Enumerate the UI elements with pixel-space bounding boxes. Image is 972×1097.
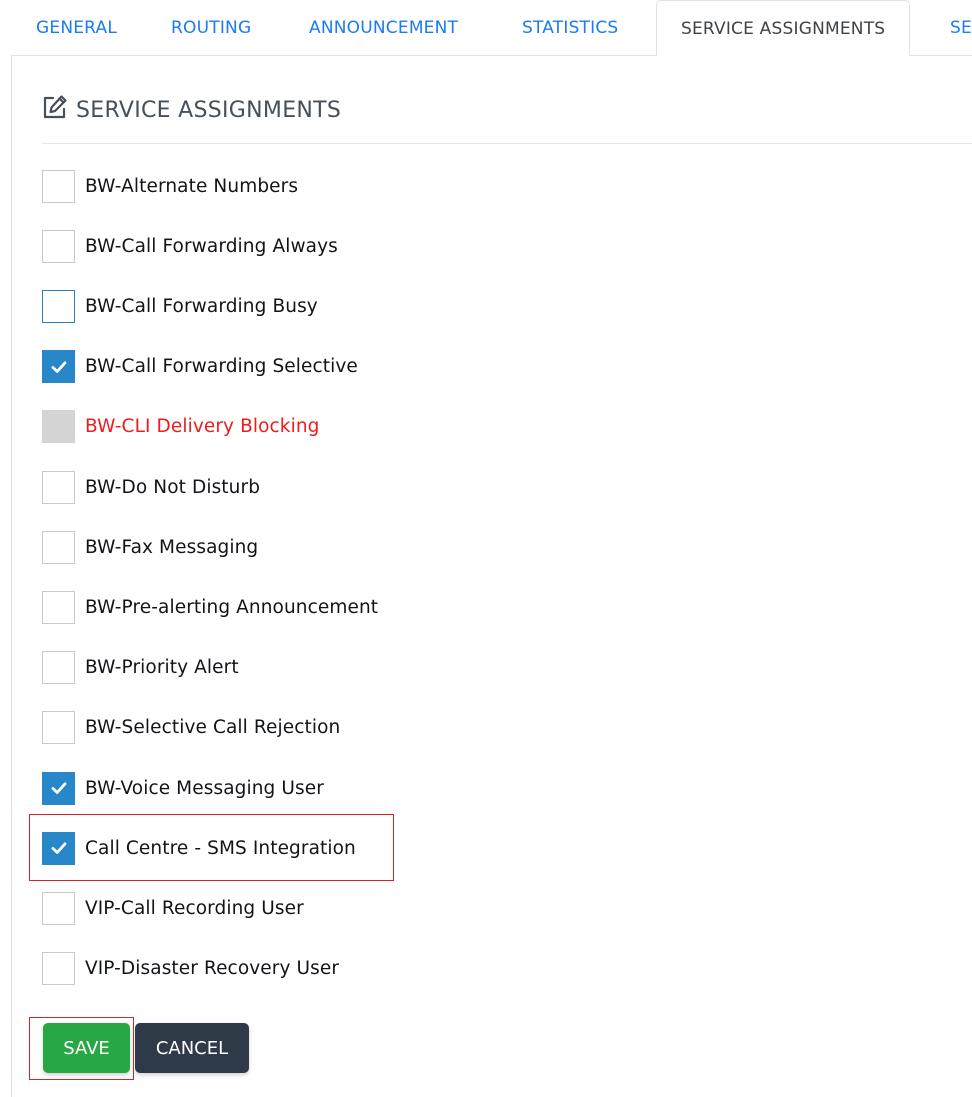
checkbox-disabled xyxy=(42,410,75,444)
save-button[interactable]: SAVE xyxy=(43,1023,130,1073)
service-label: BW-Call Forwarding Always xyxy=(85,235,338,257)
service-label: VIP-Disaster Recovery User xyxy=(85,958,340,980)
service-item[interactable]: VIP-Call Recording User xyxy=(42,891,304,925)
service-item[interactable]: VIP-Disaster Recovery User xyxy=(42,952,339,986)
section-divider xyxy=(42,143,972,144)
service-item[interactable]: BW-Priority Alert xyxy=(42,651,239,685)
checkbox-unchecked[interactable] xyxy=(42,530,75,564)
service-label: BW-Priority Alert xyxy=(85,657,239,679)
service-label: BW-CLI Delivery Blocking xyxy=(85,416,320,438)
service-label: VIP-Call Recording User xyxy=(85,897,304,919)
service-label: BW-Selective Call Rejection xyxy=(85,717,341,739)
service-assignments-panel: SERVICE ASSIGNMENTS BW-Alternate Numbers… xyxy=(11,56,972,1097)
service-label: BW-Fax Messaging xyxy=(85,536,259,558)
checkbox-unchecked[interactable] xyxy=(42,590,75,624)
service-label: BW-Pre-alerting Announcement xyxy=(85,596,379,618)
checkbox-unchecked[interactable] xyxy=(42,711,75,745)
edit-icon xyxy=(42,94,68,126)
checkbox-focused[interactable] xyxy=(42,289,75,323)
service-item[interactable]: BW-Voice Messaging User xyxy=(42,771,324,805)
cancel-button[interactable]: CANCEL xyxy=(135,1023,249,1073)
checkbox-unchecked[interactable] xyxy=(42,651,75,685)
service-label: Call Centre - SMS Integration xyxy=(85,837,356,859)
checkmark-icon xyxy=(51,842,66,855)
service-label: BW-Call Forwarding Selective xyxy=(85,356,358,378)
service-label: BW-Do Not Disturb xyxy=(85,476,261,498)
service-item[interactable]: BW-Do Not Disturb xyxy=(42,470,260,504)
tab-routing[interactable]: ROUTING xyxy=(171,0,251,56)
service-item[interactable]: BW-Call Forwarding Busy xyxy=(42,289,318,323)
checkbox-unchecked[interactable] xyxy=(42,169,75,203)
checkbox-unchecked[interactable] xyxy=(42,952,75,986)
checkbox-unchecked[interactable] xyxy=(42,891,75,925)
checkmark-icon xyxy=(51,360,66,373)
checkmark-icon xyxy=(51,782,66,794)
service-label: BW-Voice Messaging User xyxy=(85,777,324,799)
tab-more-truncated[interactable]: SE xyxy=(950,0,972,56)
service-label: BW-Alternate Numbers xyxy=(85,175,299,197)
section-title: SERVICE ASSIGNMENTS xyxy=(76,97,342,123)
checkbox-unchecked[interactable] xyxy=(42,470,75,504)
service-item[interactable]: BW-Call Forwarding Selective xyxy=(42,350,358,384)
checkbox-checked[interactable] xyxy=(42,831,75,865)
tab-service-assignments[interactable]: SERVICE ASSIGNMENTS xyxy=(656,0,911,56)
service-item[interactable]: BW-CLI Delivery Blocking xyxy=(42,410,320,444)
checkbox-checked[interactable] xyxy=(42,771,75,805)
service-label: BW-Call Forwarding Busy xyxy=(85,295,318,317)
service-item[interactable]: BW-Fax Messaging xyxy=(42,530,258,564)
tab-announcement[interactable]: ANNOUNCEMENT xyxy=(309,0,458,56)
checkbox-unchecked[interactable] xyxy=(42,229,75,263)
checkbox-checked[interactable] xyxy=(42,350,75,384)
service-item[interactable]: BW-Call Forwarding Always xyxy=(42,229,338,263)
service-item[interactable]: BW-Pre-alerting Announcement xyxy=(42,590,378,624)
service-item[interactable]: Call Centre - SMS Integration xyxy=(42,831,356,865)
service-item[interactable]: BW-Alternate Numbers xyxy=(42,169,298,203)
tab-bar: GENERAL ROUTING ANNOUNCEMENT STATISTICS … xyxy=(0,0,972,56)
section-header: SERVICE ASSIGNMENTS xyxy=(42,94,341,126)
tab-statistics[interactable]: STATISTICS xyxy=(522,0,618,56)
tab-general[interactable]: GENERAL xyxy=(36,0,117,56)
service-item[interactable]: BW-Selective Call Rejection xyxy=(42,711,340,745)
